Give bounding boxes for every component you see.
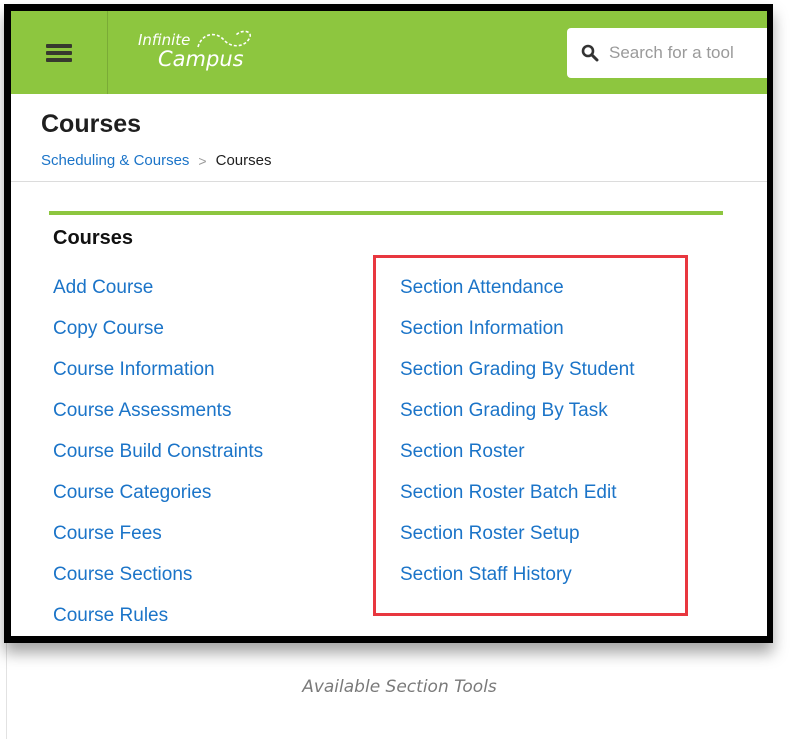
section-tools-highlight <box>373 255 688 616</box>
hamburger-icon <box>46 43 72 62</box>
link-course-assessments[interactable]: Course Assessments <box>53 395 263 436</box>
infinite-campus-logo[interactable]: Infinite Campus <box>128 25 288 81</box>
logo-text-bottom: Campus <box>158 47 244 71</box>
breadcrumb-current: Courses <box>215 152 272 169</box>
link-course-information[interactable]: Course Information <box>53 354 263 395</box>
breadcrumb: Scheduling & Courses > Courses <box>41 152 271 169</box>
link-course-categories[interactable]: Course Categories <box>53 477 263 518</box>
page-title: Courses <box>41 110 142 138</box>
link-course-sections[interactable]: Course Sections <box>53 559 263 600</box>
app-window: Infinite Campus Courses Scheduling & Cou… <box>11 11 767 636</box>
link-copy-course[interactable]: Copy Course <box>53 313 263 354</box>
screenshot-frame: Infinite Campus Courses Scheduling & Cou… <box>4 4 773 643</box>
hamburger-menu-button[interactable] <box>11 11 108 94</box>
link-add-course[interactable]: Add Course <box>53 272 263 313</box>
course-tools-list: Add Course Copy Course Course Informatio… <box>53 272 263 636</box>
section-accent-rule <box>49 211 723 215</box>
link-course-rules[interactable]: Course Rules <box>53 600 263 636</box>
link-course-fees[interactable]: Course Fees <box>53 518 263 559</box>
courses-section-heading: Courses <box>53 227 134 249</box>
tool-search-box[interactable] <box>567 28 767 78</box>
search-icon <box>581 44 599 62</box>
link-course-build-constraints[interactable]: Course Build Constraints <box>53 436 263 477</box>
breadcrumb-link-scheduling-courses[interactable]: Scheduling & Courses <box>41 152 189 169</box>
top-navigation-bar: Infinite Campus <box>11 11 767 94</box>
breadcrumb-separator-icon: > <box>198 152 207 169</box>
image-caption: Available Section Tools <box>302 677 497 697</box>
header-divider <box>11 181 767 182</box>
search-input[interactable] <box>607 42 767 64</box>
